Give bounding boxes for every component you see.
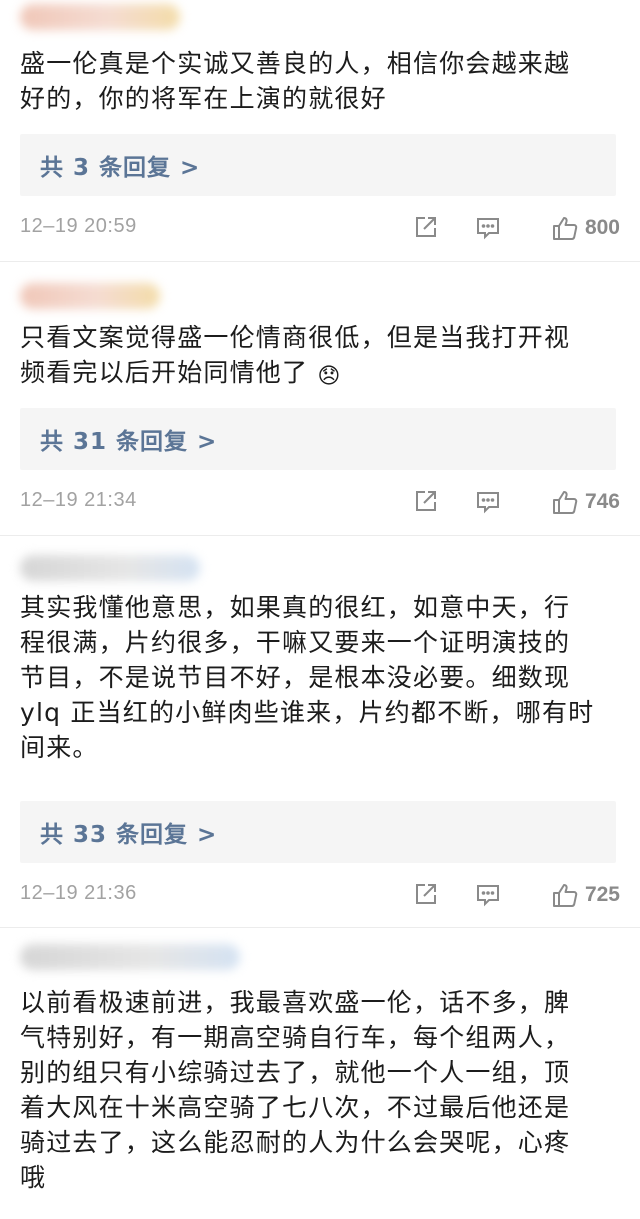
comment-icon[interactable] [474, 213, 502, 241]
thumbs-up-icon [551, 488, 579, 516]
like-count: 746 [584, 490, 620, 513]
replies-link[interactable]: 共 31 条回复 > [20, 408, 616, 470]
divider [0, 927, 640, 928]
comment-text: 其实我懂他意思，如果真的很红，如意中天，行 程很满，片约很多，干嘛又要来一个证明… [20, 593, 595, 762]
comment-text: 以前看极速前进，我最喜欢盛一伦，话不多，脾 气特别好，有一期高空骑自行车，每个组… [20, 988, 571, 1192]
like-count: 800 [584, 216, 620, 239]
replies-label: 共 3 条回复 > [40, 155, 201, 181]
comment-icon[interactable] [474, 880, 502, 908]
share-icon[interactable] [412, 487, 440, 515]
divider [0, 261, 640, 262]
username-blurred[interactable] [20, 555, 200, 581]
share-icon[interactable] [412, 880, 440, 908]
divider [0, 535, 640, 536]
comment-meta: 12–19 20:59 800 [20, 213, 620, 243]
replies-label: 共 31 条回复 > [40, 429, 218, 455]
username-blurred[interactable] [20, 944, 240, 970]
like-button[interactable]: 746 [551, 487, 620, 517]
comment-text: 只看文案觉得盛一伦情商很低，但是当我打开视 频看完以后开始同情他了 😞 [20, 320, 620, 394]
like-button[interactable]: 725 [551, 880, 620, 910]
comment-icon[interactable] [474, 487, 502, 515]
comment-body: 只看文案觉得盛一伦情商很低，但是当我打开视 频看完以后开始同情他了 [20, 323, 571, 387]
thumbs-up-icon [551, 214, 579, 242]
share-icon[interactable] [412, 213, 440, 241]
comment-meta: 12–19 21:34 746 [20, 487, 620, 517]
replies-link[interactable]: 共 3 条回复 > [20, 134, 616, 196]
timestamp: 12–19 21:36 [20, 882, 137, 904]
comment-text: 盛一伦真是个实诚又善良的人，相信你会越来越 好的，你的将军在上演的就很好 [20, 49, 571, 113]
replies-label: 共 33 条回复 > [40, 822, 218, 848]
like-count: 725 [584, 883, 620, 906]
emoji-icon: 😞 [317, 364, 342, 389]
username-blurred[interactable] [20, 283, 160, 309]
like-button[interactable]: 800 [551, 213, 620, 243]
timestamp: 12–19 21:34 [20, 489, 137, 511]
comment-meta: 12–19 21:36 725 [20, 880, 620, 910]
timestamp: 12–19 20:59 [20, 215, 137, 237]
thumbs-up-icon [551, 881, 579, 909]
username-blurred[interactable] [20, 4, 180, 30]
replies-link[interactable]: 共 33 条回复 > [20, 801, 616, 863]
